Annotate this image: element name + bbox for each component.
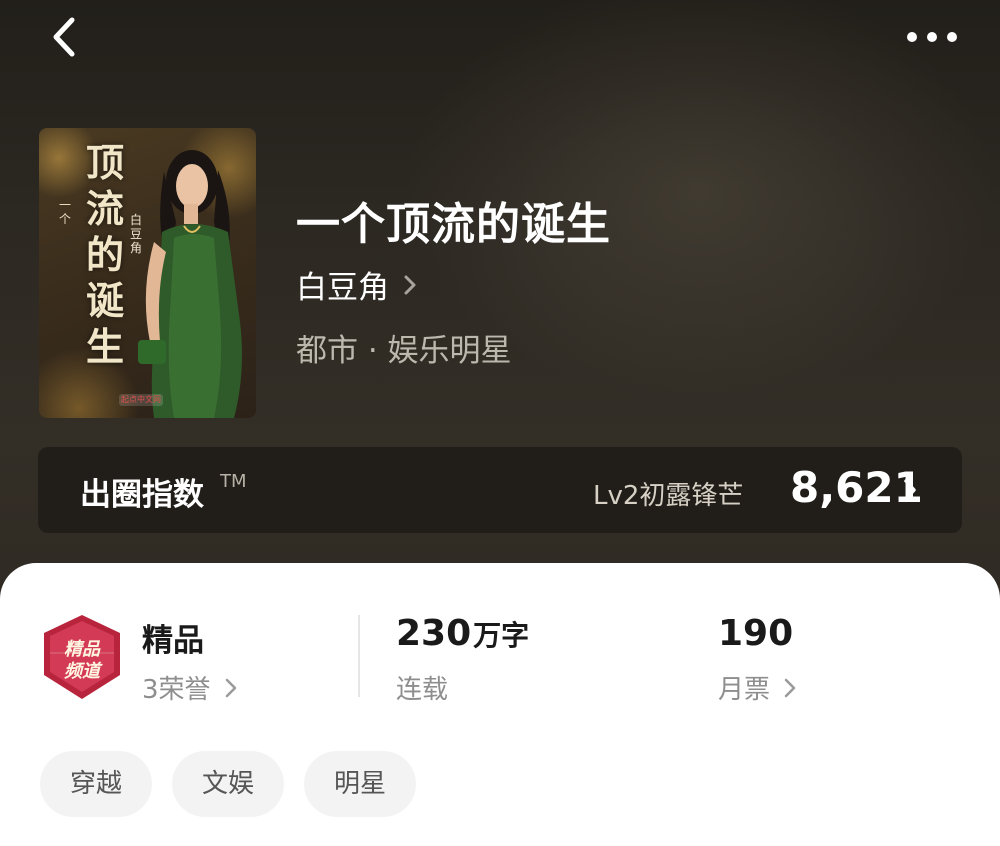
genre-category[interactable]: 都市 · 娱乐明星	[296, 325, 512, 370]
more-options-button[interactable]	[904, 24, 960, 50]
badge-text: 精品	[64, 639, 101, 659]
monthly-tickets-label: 月票	[718, 675, 771, 705]
book-info-card: 精品 频道 精品 3荣誉 230万字 连载 190 月票 穿越 文娱 明星	[0, 563, 1000, 846]
chevron-right-icon	[225, 678, 236, 697]
premium-channel-badge[interactable]: 精品 频道	[40, 613, 124, 701]
chevron-left-icon	[53, 17, 75, 57]
word-count-unit: 万字	[473, 619, 530, 652]
word-count-value: 230	[396, 613, 472, 654]
word-count: 230万字	[396, 613, 529, 654]
tag-chip[interactable]: 穿越	[40, 751, 153, 817]
book-cover[interactable]: 一个 顶流的诞生 白豆角 起点中文网	[39, 128, 256, 418]
chevron-right-icon	[404, 275, 416, 294]
quality-title: 精品	[142, 623, 204, 659]
stats-row: 精品 频道 精品 3荣誉 230万字 连载 190 月票	[0, 563, 1000, 706]
trademark-mark: TM	[220, 471, 247, 492]
back-button[interactable]	[46, 14, 86, 60]
honors-count: 3荣誉	[142, 675, 211, 705]
honors-link[interactable]: 3荣誉	[142, 669, 237, 706]
cover-title: 顶流的诞生	[85, 140, 124, 369]
serial-status: 连载	[396, 675, 449, 705]
chevron-right-icon	[784, 678, 796, 697]
cover-publisher-badge: 起点中文网	[119, 394, 163, 406]
tag-list: 穿越 文娱 明星	[40, 751, 417, 817]
more-dots-icon	[907, 32, 957, 42]
tag-chip[interactable]: 明星	[304, 751, 417, 817]
cover-illustration	[138, 150, 242, 418]
monthly-tickets-link[interactable]: 月票	[718, 669, 796, 706]
stats-divider	[358, 615, 360, 697]
svg-text:频道: 频道	[64, 661, 103, 681]
index-label: 出圈指数	[80, 477, 204, 513]
cover-author: 白豆角	[129, 213, 142, 255]
cover-subtitle: 一个	[58, 198, 71, 226]
author-name: 白豆角	[296, 270, 389, 306]
index-level: Lv2初露锋芒	[593, 481, 744, 511]
chevron-right-icon	[904, 479, 916, 501]
book-title: 一个顶流的诞生	[296, 199, 611, 250]
monthly-tickets-count: 190	[718, 613, 794, 654]
author-link[interactable]: 白豆角	[296, 262, 417, 307]
popularity-index-bar[interactable]: 出圈指数 TM Lv2初露锋芒 8,621	[38, 447, 962, 533]
tag-chip[interactable]: 文娱	[172, 751, 285, 817]
